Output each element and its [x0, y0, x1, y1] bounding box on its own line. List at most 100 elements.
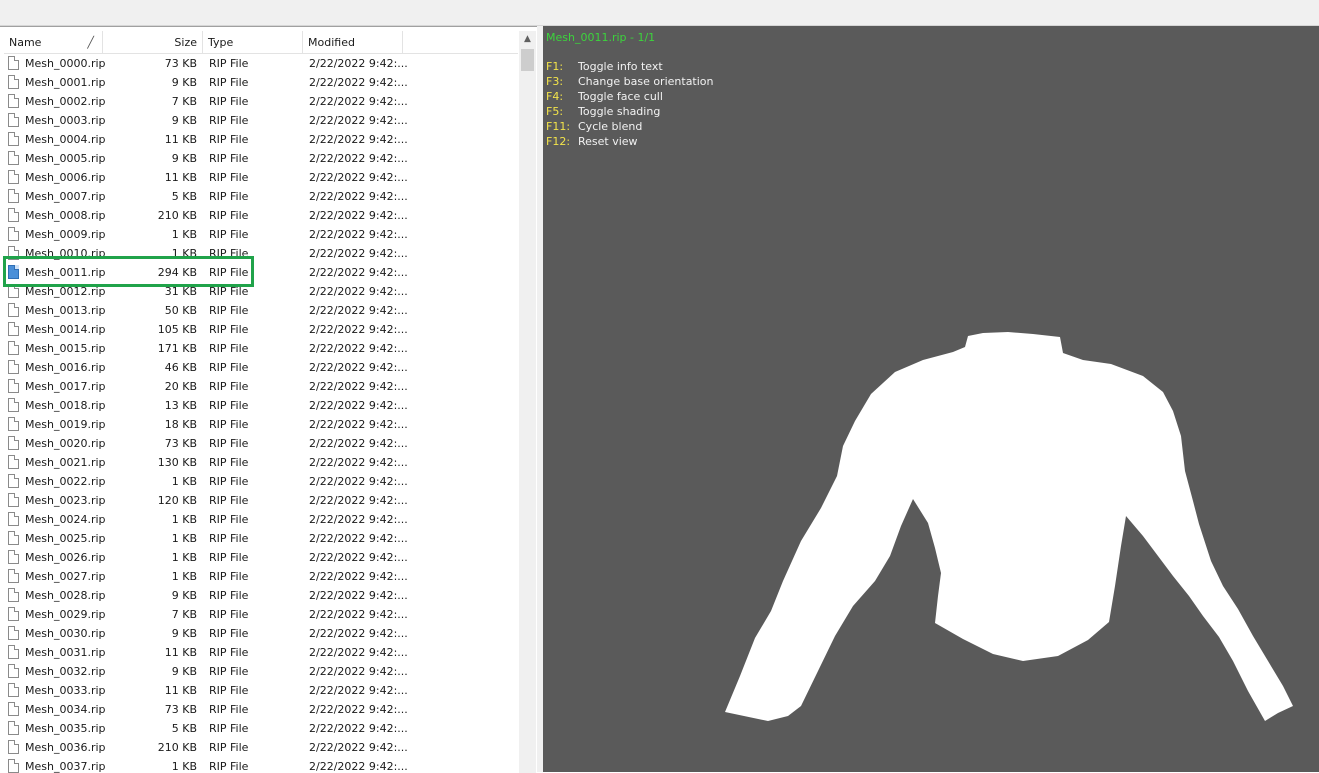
table-row[interactable]: Mesh_0003.rip 9 KB RIP File 2/22/2022 9:42:… — [4, 111, 518, 130]
file-type: RIP File — [209, 247, 249, 260]
file-icon — [8, 436, 19, 450]
table-row[interactable]: Mesh_0034.rip 73 KB RIP File 2/22/2022 9:42… — [4, 700, 518, 719]
file-name: Mesh_0004.rip — [25, 133, 106, 146]
file-name: Mesh_0000.rip — [25, 57, 106, 70]
file-name: Mesh_0005.rip — [25, 152, 106, 165]
file-modified: 2/22/2022 9:42:... — [309, 152, 408, 165]
file-modified: 2/22/2022 9:42:... — [309, 247, 408, 260]
file-type: RIP File — [209, 722, 249, 735]
file-name: Mesh_0032.rip — [25, 665, 106, 678]
file-modified: 2/22/2022 9:42:... — [309, 418, 408, 431]
column-header-size[interactable]: Size — [103, 31, 203, 53]
table-row[interactable]: Mesh_0001.rip 9 KB RIP File 2/22/2022 9:42:… — [4, 73, 518, 92]
file-icon — [8, 151, 19, 165]
file-icon — [8, 94, 19, 108]
table-row[interactable]: Mesh_0008.rip 210 KB RIP File 2/22/2022 9:4… — [4, 206, 518, 225]
table-row[interactable]: Mesh_0009.rip 1 KB RIP File 2/22/2022 9:42:… — [4, 225, 518, 244]
file-type: RIP File — [209, 589, 249, 602]
file-type: RIP File — [209, 399, 249, 412]
file-modified: 2/22/2022 9:42:... — [309, 304, 408, 317]
file-size: 1 KB — [171, 551, 197, 564]
file-type: RIP File — [209, 494, 249, 507]
file-list-pane: Name ╱ Size Type Modified Mesh_0000.rip 7… — [0, 26, 537, 773]
table-row[interactable]: Mesh_0016.rip 46 KB RIP File 2/22/2022 9:42… — [4, 358, 518, 377]
column-header-type[interactable]: Type — [203, 31, 303, 53]
file-modified: 2/22/2022 9:42:... — [309, 684, 408, 697]
file-modified: 2/22/2022 9:42:... — [309, 589, 408, 602]
file-icon — [8, 702, 19, 716]
file-icon — [8, 284, 19, 298]
file-size: 9 KB — [171, 152, 197, 165]
file-size: 18 KB — [164, 418, 197, 431]
file-size: 11 KB — [164, 684, 197, 697]
file-size: 9 KB — [171, 114, 197, 127]
file-icon — [8, 303, 19, 317]
table-row[interactable]: Mesh_0024.rip 1 KB RIP File 2/22/2022 9:42:… — [4, 510, 518, 529]
file-size: 120 KB — [157, 494, 197, 507]
column-header-name[interactable]: Name ╱ — [4, 31, 103, 53]
file-modified: 2/22/2022 9:42:... — [309, 608, 408, 621]
mesh-viewer[interactable]: Mesh_0011.rip - 1/1 F1: Toggle info text F… — [543, 26, 1319, 772]
file-size: 5 KB — [171, 190, 197, 203]
file-name: Mesh_0025.rip — [25, 532, 106, 545]
file-type: RIP File — [209, 304, 249, 317]
scroll-thumb[interactable] — [521, 49, 534, 71]
file-type: RIP File — [209, 323, 249, 336]
sort-indicator-icon: ╱ — [87, 36, 94, 49]
table-row[interactable]: Mesh_0017.rip 20 KB RIP File 2/22/2022 9:42… — [4, 377, 518, 396]
table-row[interactable]: Mesh_0027.rip 1 KB RIP File 2/22/2022 9:42:… — [4, 567, 518, 586]
column-header-modified[interactable]: Modified — [303, 31, 403, 53]
table-row[interactable]: Mesh_0033.rip 11 KB RIP File 2/22/2022 9:42… — [4, 681, 518, 700]
table-row-selected[interactable]: Mesh_0011.rip 294 KB RIP File 2/22/2022 9:4… — [4, 263, 518, 282]
file-name: Mesh_0009.rip — [25, 228, 106, 241]
file-type: RIP File — [209, 95, 249, 108]
table-row[interactable]: Mesh_0035.rip 5 KB RIP File 2/22/2022 9:42:… — [4, 719, 518, 738]
table-row[interactable]: Mesh_0026.rip 1 KB RIP File 2/22/2022 9:42:… — [4, 548, 518, 567]
table-row[interactable]: Mesh_0013.rip 50 KB RIP File 2/22/2022 9:42… — [4, 301, 518, 320]
file-type: RIP File — [209, 342, 249, 355]
file-size: 9 KB — [171, 76, 197, 89]
table-row[interactable]: Mesh_0014.rip 105 KB RIP File 2/22/2022 9:4… — [4, 320, 518, 339]
file-type: RIP File — [209, 570, 249, 583]
file-modified: 2/22/2022 9:42:... — [309, 494, 408, 507]
table-row[interactable]: Mesh_0030.rip 9 KB RIP File 2/22/2022 9:42:… — [4, 624, 518, 643]
table-row[interactable]: Mesh_0021.rip 130 KB RIP File 2/22/2022 9:4… — [4, 453, 518, 472]
table-row[interactable]: Mesh_0036.rip 210 KB RIP File 2/22/2022 9:4… — [4, 738, 518, 757]
file-size: 73 KB — [164, 437, 197, 450]
file-icon — [8, 341, 19, 355]
file-icon — [8, 227, 19, 241]
file-icon — [8, 455, 19, 469]
table-row[interactable]: Mesh_0019.rip 18 KB RIP File 2/22/2022 9:42… — [4, 415, 518, 434]
table-row[interactable]: Mesh_0022.rip 1 KB RIP File 2/22/2022 9:42:… — [4, 472, 518, 491]
table-row[interactable]: Mesh_0002.rip 7 KB RIP File 2/22/2022 9:42:… — [4, 92, 518, 111]
table-row[interactable]: Mesh_0012.rip 31 KB RIP File 2/22/2022 9:42… — [4, 282, 518, 301]
file-size: 73 KB — [164, 57, 197, 70]
table-row[interactable]: Mesh_0000.rip 73 KB RIP File 2/22/2022 9:42… — [4, 54, 518, 73]
table-row[interactable]: Mesh_0004.rip 11 KB RIP File 2/22/2022 9:42… — [4, 130, 518, 149]
table-row[interactable]: Mesh_0031.rip 11 KB RIP File 2/22/2022 9:42… — [4, 643, 518, 662]
table-row[interactable]: Mesh_0028.rip 9 KB RIP File 2/22/2022 9:42:… — [4, 586, 518, 605]
table-row[interactable]: Mesh_0025.rip 1 KB RIP File 2/22/2022 9:42:… — [4, 529, 518, 548]
table-row[interactable]: Mesh_0015.rip 171 KB RIP File 2/22/2022 9:4… — [4, 339, 518, 358]
file-icon — [8, 75, 19, 89]
file-type: RIP File — [209, 418, 249, 431]
table-row[interactable]: Mesh_0032.rip 9 KB RIP File 2/22/2022 9:42:… — [4, 662, 518, 681]
table-row[interactable]: Mesh_0020.rip 73 KB RIP File 2/22/2022 9:42… — [4, 434, 518, 453]
table-row[interactable]: Mesh_0010.rip 1 KB RIP File 2/22/2022 9:42:… — [4, 244, 518, 263]
file-name: Mesh_0013.rip — [25, 304, 106, 317]
file-name: Mesh_0033.rip — [25, 684, 106, 697]
file-icon — [8, 740, 19, 754]
table-row[interactable]: Mesh_0029.rip 7 KB RIP File 2/22/2022 9:42:… — [4, 605, 518, 624]
table-row[interactable]: Mesh_0006.rip 11 KB RIP File 2/22/2022 9:42… — [4, 168, 518, 187]
file-icon — [8, 626, 19, 640]
table-row[interactable]: Mesh_0037.rip 1 KB RIP File 2/22/2022 9:42:… — [4, 757, 518, 773]
scroll-up-arrow-icon[interactable]: ▲ — [519, 31, 536, 48]
table-row[interactable]: Mesh_0018.rip 13 KB RIP File 2/22/2022 9:42… — [4, 396, 518, 415]
file-icon — [8, 721, 19, 735]
table-row[interactable]: Mesh_0023.rip 120 KB RIP File 2/22/2022 9:4… — [4, 491, 518, 510]
table-row[interactable]: Mesh_0007.rip 5 KB RIP File 2/22/2022 9:42:… — [4, 187, 518, 206]
table-row[interactable]: Mesh_0005.rip 9 KB RIP File 2/22/2022 9:42:… — [4, 149, 518, 168]
file-modified: 2/22/2022 9:42:... — [309, 722, 408, 735]
file-type: RIP File — [209, 57, 249, 70]
vertical-scrollbar[interactable]: ▲ — [519, 31, 536, 773]
